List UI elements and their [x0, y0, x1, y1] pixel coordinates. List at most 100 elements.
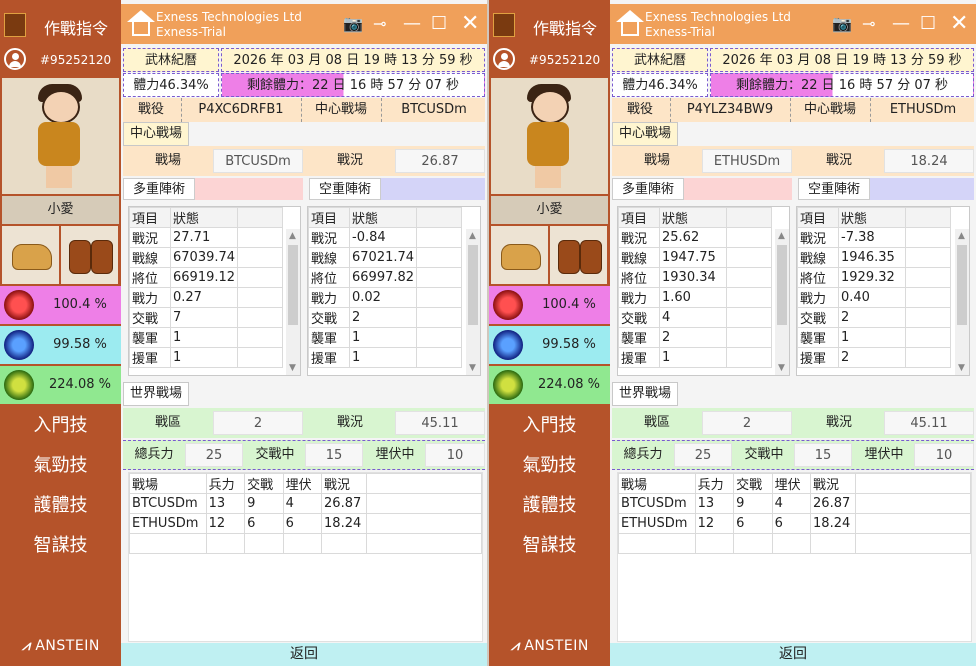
- datetime: 2026 年 03 月 08 日 19 時 13 分 59 秒: [710, 48, 974, 72]
- col-header-field: 戰場: [129, 473, 207, 494]
- brand-name: ANSTEIN: [524, 638, 589, 654]
- row-item: 戰況: [129, 227, 171, 248]
- close-icon[interactable]: ✕: [950, 13, 968, 35]
- table-row: 交戰 7: [129, 307, 284, 328]
- brand-name: ANSTEIN: [35, 638, 100, 654]
- user-icon: [4, 48, 26, 70]
- menu-guard-skill[interactable]: 護體技: [489, 488, 610, 524]
- battle-symbol: ETHUSDm: [870, 98, 975, 122]
- gold-orb-icon: [4, 370, 34, 400]
- status-label: 戰況: [825, 153, 852, 168]
- stat-hp: 100.4 %: [0, 286, 121, 324]
- table-header: 項目 狀態: [129, 207, 284, 228]
- minimize-icon[interactable]: —: [403, 14, 421, 34]
- scrollbar[interactable]: ▲ ▼: [466, 229, 480, 375]
- title-bar: Exness Technologies Ltd Exness-Trial 📷 ⊸…: [610, 4, 976, 44]
- engage-label: 交戰中: [744, 447, 784, 462]
- row-item: 襲軍: [129, 327, 171, 348]
- row-item: 戰況: [618, 227, 660, 248]
- tab-world-battlefield[interactable]: 世界戰場: [612, 382, 679, 406]
- back-button[interactable]: 返回: [121, 643, 487, 666]
- maximize-icon[interactable]: ☐: [920, 14, 936, 34]
- tab-world-battlefield[interactable]: 世界戰場: [123, 382, 190, 406]
- world-cell: 26.87: [321, 493, 367, 514]
- character-portrait: [491, 78, 608, 194]
- row-item: 襲軍: [308, 327, 350, 348]
- col-header-state: 狀態: [348, 207, 418, 228]
- col-header-item: 項目: [308, 207, 350, 228]
- table-row: 交戰 4: [618, 307, 772, 328]
- region-value: 2: [702, 411, 792, 435]
- scrollbar[interactable]: ▲ ▼: [955, 229, 969, 375]
- menu-basic-skill[interactable]: 入門技: [489, 408, 610, 444]
- tab-center-battlefield[interactable]: 中心戰場: [612, 122, 679, 146]
- status-value: 18.24: [884, 149, 974, 173]
- battle-center-label: 中心戰場: [301, 98, 380, 122]
- table-row: 將位 1930.34: [618, 267, 772, 288]
- table-row: 將位 1929.32: [797, 267, 951, 288]
- menu-basic-skill[interactable]: 入門技: [0, 408, 121, 444]
- tab-center-battlefield[interactable]: 中心戰場: [123, 122, 190, 146]
- table-row: 交戰 2: [308, 307, 463, 328]
- account-info: #95252120: [489, 46, 610, 76]
- sidebar-title: 作戰指令: [533, 19, 598, 38]
- brand-logo: ⩘ ANSTEIN: [511, 638, 589, 654]
- scrollbar[interactable]: ▲ ▼: [775, 229, 789, 375]
- troops-value: 25: [674, 443, 732, 467]
- table-row: 戰力 0.02: [308, 287, 463, 308]
- menu-strategy-skill[interactable]: 智謀技: [489, 528, 610, 564]
- character-name: 小愛: [2, 196, 119, 224]
- menu-strategy-skill[interactable]: 智謀技: [0, 528, 121, 564]
- skill-fists-icon[interactable]: [61, 226, 118, 284]
- table-row: BTCUSDm 13 9 4 26.87: [618, 493, 971, 514]
- world-cell: 9: [244, 493, 284, 514]
- table-row: ETHUSDm 12 6 6 18.24: [618, 513, 971, 534]
- world-battlefield-table: 戰場 兵力 交戰 埋伏 戰況 BTCUSDm 13 9 4 26.87 ETHUSDm 12…: [128, 472, 483, 642]
- world-region-row: 戰區 2 戰況 45.11: [123, 408, 485, 438]
- table-header: 項目 狀態: [618, 207, 772, 228]
- row-item: 將位: [308, 267, 350, 288]
- menu-qi-skill[interactable]: 氣勁技: [0, 448, 121, 484]
- skill-fists-icon[interactable]: [550, 226, 607, 284]
- table-header: 戰場 兵力 交戰 埋伏 戰況: [618, 473, 971, 494]
- calendar-row: 武林紀曆 2026 年 03 月 08 日 19 時 13 分 59 秒: [612, 48, 974, 72]
- row-state: 2: [659, 327, 727, 348]
- energy-orb-icon: [4, 330, 34, 360]
- world-region-row: 戰區 2 戰況 45.11: [612, 408, 974, 438]
- battle-row: 戰役 P4YLZ34BW9 中心戰場 ETHUSDm: [612, 98, 974, 122]
- camera-icon[interactable]: 📷: [832, 14, 852, 34]
- stat-xp: 224.08 %: [489, 366, 610, 404]
- pin-icon[interactable]: ⊸: [862, 14, 875, 34]
- skill-hand-icon[interactable]: [2, 226, 59, 284]
- col-header-ambush: 埋伏: [771, 473, 812, 494]
- field-label: 戰場: [643, 153, 670, 168]
- stamina-row: 體力46.34% 剩餘體力：22 日 16 時 57 分 07 秒: [123, 73, 485, 97]
- region-value: 2: [213, 411, 303, 435]
- row-state: 1: [169, 327, 239, 348]
- row-item: 交戰: [129, 307, 171, 328]
- row-state: 67039.74: [169, 247, 239, 268]
- menu-qi-skill[interactable]: 氣勁技: [489, 448, 610, 484]
- server-name: Exness-Trial: [645, 25, 715, 39]
- world-cell: 6: [244, 513, 284, 534]
- col-header-item: 項目: [618, 207, 660, 228]
- scrollbar[interactable]: ▲ ▼: [286, 229, 300, 375]
- calendar-row: 武林紀曆 2026 年 03 月 08 日 19 時 13 分 59 秒: [123, 48, 485, 72]
- col-header-state: 狀態: [659, 207, 727, 228]
- minimize-icon[interactable]: —: [892, 14, 910, 34]
- camera-icon[interactable]: 📷: [343, 14, 363, 34]
- engage-label: 交戰中: [255, 447, 295, 462]
- maximize-icon[interactable]: ☐: [431, 14, 447, 34]
- table-row: BTCUSDm 13 9 4 26.87: [129, 493, 482, 514]
- menu-guard-skill[interactable]: 護體技: [0, 488, 121, 524]
- table-row: 戰線 67021.74: [308, 247, 463, 268]
- skill-hand-icon[interactable]: [491, 226, 548, 284]
- col-header-status: 戰況: [321, 473, 367, 494]
- close-icon[interactable]: ✕: [461, 13, 479, 35]
- app-logo-icon: [493, 13, 515, 37]
- world-cell: ETHUSDm: [618, 513, 696, 534]
- back-button[interactable]: 返回: [610, 643, 976, 666]
- datetime: 2026 年 03 月 08 日 19 時 13 分 59 秒: [221, 48, 485, 72]
- row-item: 交戰: [618, 307, 660, 328]
- pin-icon[interactable]: ⊸: [373, 14, 386, 34]
